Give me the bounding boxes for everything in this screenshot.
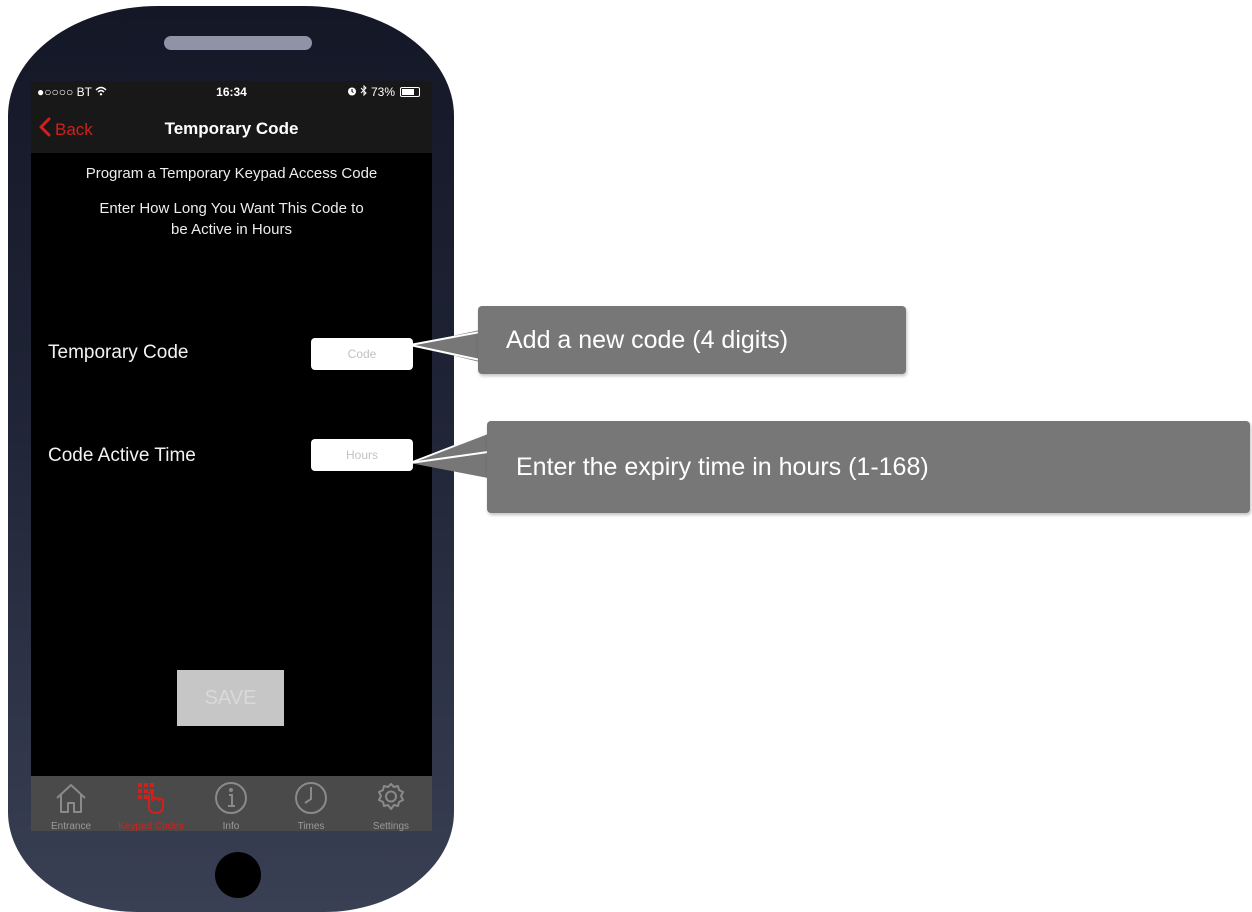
callout-time-pointer xyxy=(410,432,488,478)
callout-time: Enter the expiry time in hours (1-168) xyxy=(487,421,1250,513)
callout-time-text: Enter the expiry time in hours (1-168) xyxy=(516,452,929,481)
callout-code: Add a new code (4 digits) xyxy=(478,306,906,374)
callout-code-text: Add a new code (4 digits) xyxy=(506,325,789,354)
